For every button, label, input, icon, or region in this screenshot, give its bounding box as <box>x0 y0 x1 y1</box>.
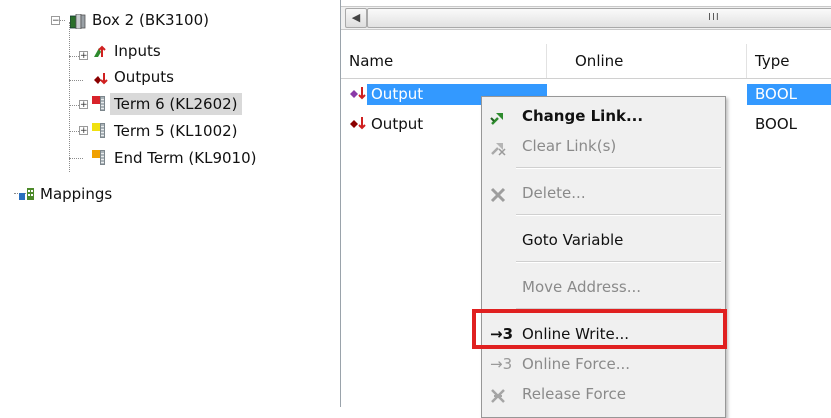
menu-item-clear-links[interactable]: Clear Link(s) <box>482 131 725 161</box>
menu-separator <box>516 167 721 169</box>
menu-item-delete[interactable]: Delete... <box>482 178 725 208</box>
expand-toggle[interactable]: + <box>79 51 88 61</box>
menu-item-label: Release Force <box>522 385 626 403</box>
menu-item-label: Change Link... <box>522 107 644 125</box>
outputs-icon <box>92 70 108 85</box>
output-var-icon <box>349 85 367 109</box>
row-name: Output <box>371 85 424 103</box>
highlight-box <box>472 309 727 349</box>
scroll-grip: III <box>708 12 720 23</box>
output-var-icon <box>349 115 367 139</box>
horizontal-scrollbar[interactable]: ◀ III <box>341 6 831 30</box>
menu-item-change-link[interactable]: Change Link... <box>482 101 725 131</box>
expand-toggle[interactable]: + <box>79 100 88 110</box>
menu-item-label: Move Address... <box>522 278 642 296</box>
menu-item-label: Online Force... <box>522 355 631 373</box>
terminal-icon <box>92 96 108 112</box>
tree-guide-line <box>69 80 83 81</box>
menu-item-goto-variable[interactable]: Goto Variable <box>482 225 725 255</box>
column-header-type[interactable]: Type <box>747 44 831 78</box>
scroll-thumb[interactable]: III <box>367 8 831 28</box>
row-type: BOOL <box>755 85 797 103</box>
column-header-row: Name Online Type <box>341 44 831 79</box>
menu-separator <box>516 261 721 263</box>
mappings-icon <box>18 186 36 202</box>
bus-coupler-icon <box>69 13 86 30</box>
context-menu: Change Link... Clear Link(s) Delete... G… <box>481 96 726 418</box>
menu-item-move-address[interactable]: Move Address... <box>482 272 725 302</box>
scroll-left-button[interactable]: ◀ <box>345 8 367 28</box>
tree-item-label: Term 5 (KL1002) <box>114 122 238 140</box>
terminal-icon <box>92 123 108 139</box>
change-link-icon <box>489 107 507 125</box>
collapse-toggle[interactable]: − <box>51 16 60 26</box>
row-type: BOOL <box>755 115 797 133</box>
release-force-icon <box>489 385 507 403</box>
tree-item-label: End Term (KL9010) <box>114 149 257 167</box>
delete-icon <box>489 184 507 203</box>
tree-item-label: Mappings <box>40 185 113 203</box>
chevron-left-icon: ◀ <box>351 11 361 24</box>
menu-item-label: Goto Variable <box>522 231 624 249</box>
column-header-online[interactable]: Online <box>567 44 747 78</box>
row-name: Output <box>371 115 424 133</box>
inputs-icon <box>92 44 108 58</box>
menu-item-label: Clear Link(s) <box>522 137 617 155</box>
column-header-name[interactable]: Name <box>341 44 547 78</box>
tree-item-label: Outputs <box>114 68 174 86</box>
tree-item-label: Term 6 (KL2602) <box>110 93 242 115</box>
clear-link-icon <box>489 137 507 156</box>
tree-item-label: Inputs <box>114 42 161 60</box>
expand-toggle[interactable]: + <box>79 126 88 136</box>
online-force-icon: →3 <box>490 355 513 373</box>
tree-item-label: Box 2 (BK3100) <box>92 11 209 29</box>
tree-guide-line <box>69 22 70 172</box>
terminal-icon <box>92 150 108 166</box>
menu-item-online-force[interactable]: →3 Online Force... <box>482 349 725 379</box>
menu-item-label: Delete... <box>522 184 586 202</box>
menu-separator <box>516 214 721 216</box>
menu-item-release-force[interactable]: Release Force <box>482 379 725 409</box>
tree-guide-line <box>69 158 83 159</box>
io-tree: − Box 2 (BK3100) + Inputs Outputs + Term… <box>0 0 335 407</box>
